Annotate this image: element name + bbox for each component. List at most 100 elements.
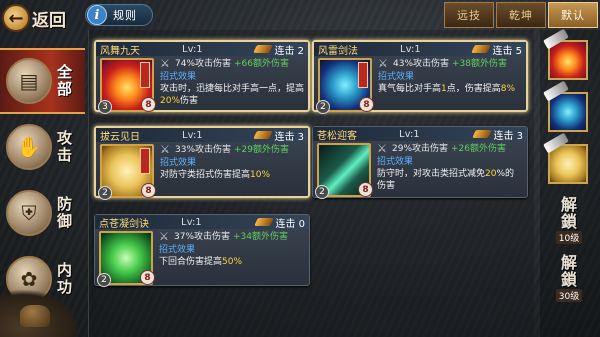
rank-badge: 8 (141, 97, 156, 112)
attack-percent: 29%攻击伤害 (392, 144, 449, 154)
unlock-glyph-bottom: 鎖 (560, 270, 577, 289)
skill-level: Lv:1 (400, 43, 421, 55)
tab-defense[interactable]: ⛨ 防御 (0, 180, 85, 246)
skill-card-bayun[interactable]: 拔云见日 Lv:1 连击 3 2 8 ⚔ 33%攻击伤害 +29额外伤害 招式效果 … (94, 126, 310, 200)
combo-count: 连击 0 (254, 215, 305, 230)
effect-title: 招式效果 (160, 158, 197, 168)
attack-percent: 43%攻击伤害 (393, 59, 450, 69)
sword-icon (254, 218, 275, 226)
sort-button-1[interactable]: 乾坤 (496, 2, 546, 28)
unlock-glyph-top: 解 (560, 195, 577, 214)
count-badge: 3 (98, 100, 112, 114)
skill-name: 风舞九天 (100, 45, 140, 57)
skill-name: 苍松迎客 (317, 130, 357, 142)
card-header: 苍松迎客 Lv:1 连击 3 (313, 127, 527, 142)
combo-count: 连击 3 (472, 127, 523, 142)
card-body: ⚔ 29%攻击伤害 +26额外伤害 招式效果 防守时，对攻击类招式减免20%的伤害 (377, 143, 523, 192)
pot-decoration (20, 305, 50, 327)
cloud-skill-icon: 2 8 (98, 144, 156, 200)
sword-icon (471, 45, 492, 53)
card-header: 点苍凝剑诀 Lv:1 连击 0 (95, 215, 309, 230)
rules-button[interactable]: i 规则 (85, 4, 153, 26)
effect-title: 招式效果 (378, 72, 415, 82)
skill-name: 点苍凝剑诀 (99, 218, 149, 230)
skill-level: Lv:1 (399, 128, 420, 140)
count-badge: 2 (98, 186, 112, 200)
count-badge: 2 (97, 273, 111, 287)
combo-count: 连击 5 (471, 42, 522, 57)
skill-name: 风雷剑法 (318, 45, 358, 57)
sword-icon (472, 130, 493, 138)
effect-desc: 下回合伤害提高50% (159, 257, 243, 267)
combo-label: 连击 3 (493, 130, 523, 142)
attack-percent: 74%攻击伤害 (175, 59, 232, 69)
tab-label: 防御 (55, 196, 73, 230)
effect-desc: 防守时，对攻击类招式减免20%的伤害 (377, 169, 515, 191)
pine-skill-icon: 2 8 (315, 143, 373, 199)
card-header: 风雷剑法 Lv:1 连击 5 (314, 42, 526, 57)
bonus-damage: +66额外伤害 (234, 59, 290, 69)
equipped-slot-3[interactable] (543, 132, 588, 184)
crossed-swords-icon: ⚔ (160, 57, 170, 70)
effect-title: 招式效果 (377, 157, 414, 167)
tab-label: 全部 (55, 64, 73, 98)
tab-all[interactable]: ▤ 全部 (0, 48, 85, 114)
bonus-damage: +26额外伤害 (451, 144, 507, 154)
effect-title: 招式效果 (159, 245, 196, 255)
sword-icon (253, 45, 274, 53)
card-body: ⚔ 33%攻击伤害 +29额外伤害 招式效果 对防守类招式伤害提高10% (160, 144, 304, 181)
seal-stamp-icon (358, 62, 368, 88)
rank-badge: 8 (358, 182, 373, 197)
rank-badge: 8 (141, 183, 156, 198)
back-label: 返回 (32, 10, 66, 31)
sort-button-0[interactable]: 远技 (444, 2, 494, 28)
crossed-swords-icon: ⚔ (378, 57, 388, 70)
bonus-damage: +38额外伤害 (452, 59, 508, 69)
unlock-glyph-bottom: 鎖 (560, 212, 577, 231)
equipped-slot-2[interactable] (543, 80, 588, 132)
combo-count: 连击 2 (253, 42, 304, 57)
ground-decoration (0, 289, 80, 337)
unlock-level: 10级 (555, 231, 583, 244)
combo-label: 连击 3 (274, 131, 304, 143)
category-tabs: ▤ 全部 ✋ 攻击 ⛨ 防御 ✿ 内功 (0, 48, 85, 312)
phoenix-skill-icon: 3 8 (98, 58, 156, 114)
skill-level: Lv:1 (182, 43, 203, 55)
effect-desc: 攻击时，迅捷每比对手高一点，提高20%伤害 (160, 84, 305, 106)
seal-stamp-icon (140, 148, 150, 174)
locked-slot-2[interactable]: 解 鎖 30级 (546, 253, 592, 302)
unlock-glyph-top: 解 (560, 253, 577, 272)
count-badge: 2 (315, 185, 329, 199)
equipped-slot-1[interactable] (543, 28, 588, 80)
attack-percent: 37%攻击伤害 (174, 232, 231, 242)
count-badge: 2 (316, 100, 330, 114)
card-body: ⚔ 37%攻击伤害 +34额外伤害 招式效果 下回合伤害提高50% (159, 231, 305, 268)
shield-icon: ⛨ (6, 190, 52, 236)
rank-badge: 8 (140, 270, 155, 285)
tab-attack[interactable]: ✋ 攻击 (0, 114, 85, 180)
fist-icon: ✋ (6, 124, 52, 170)
skill-name: 拔云见日 (100, 131, 140, 143)
crossed-swords-icon: ⚔ (377, 142, 387, 155)
bonus-damage: +34额外伤害 (233, 232, 289, 242)
skill-card-fengwu[interactable]: 风舞九天 Lv:1 连击 2 3 8 ⚔ 74%攻击伤害 +66额外伤害 招式效果 … (94, 40, 310, 114)
locked-slot-1[interactable]: 解 鎖 10级 (546, 195, 592, 244)
sword-icon (253, 131, 274, 139)
skill-card-fenglei[interactable]: 风雷剑法 Lv:1 连击 5 2 8 ⚔ 43%攻击伤害 +38额外伤害 招式效果 … (312, 40, 528, 114)
unlock-level: 30级 (555, 289, 583, 302)
rank-badge: 8 (359, 97, 374, 112)
combo-count: 连击 3 (253, 128, 304, 143)
skill-card-diancang[interactable]: 点苍凝剑诀 Lv:1 连击 0 2 8 ⚔ 37%攻击伤害 +34额外伤害 招式效果… (94, 214, 310, 287)
jade-skill-icon: 2 8 (97, 231, 155, 287)
card-body: ⚔ 43%攻击伤害 +38额外伤害 招式效果 真气每比对手高1点，伤害提高8% (378, 58, 522, 95)
rules-label: 规则 (113, 9, 137, 22)
skill-card-cangsong[interactable]: 苍松迎客 Lv:1 连击 3 2 8 ⚔ 29%攻击伤害 +26额外伤害 招式效果 … (312, 126, 528, 199)
scroll-icon: ▤ (6, 58, 52, 104)
back-arrow-icon: ← (2, 4, 30, 32)
skill-level: Lv:1 (181, 216, 202, 228)
back-button[interactable]: ← 返回 (2, 2, 72, 34)
sort-button-default[interactable]: 默认 (548, 2, 598, 28)
combo-label: 连击 2 (274, 45, 304, 57)
effect-desc: 对防守类招式伤害提高10% (160, 170, 271, 180)
effect-desc: 真气每比对手高1点，伤害提高8% (378, 84, 516, 94)
